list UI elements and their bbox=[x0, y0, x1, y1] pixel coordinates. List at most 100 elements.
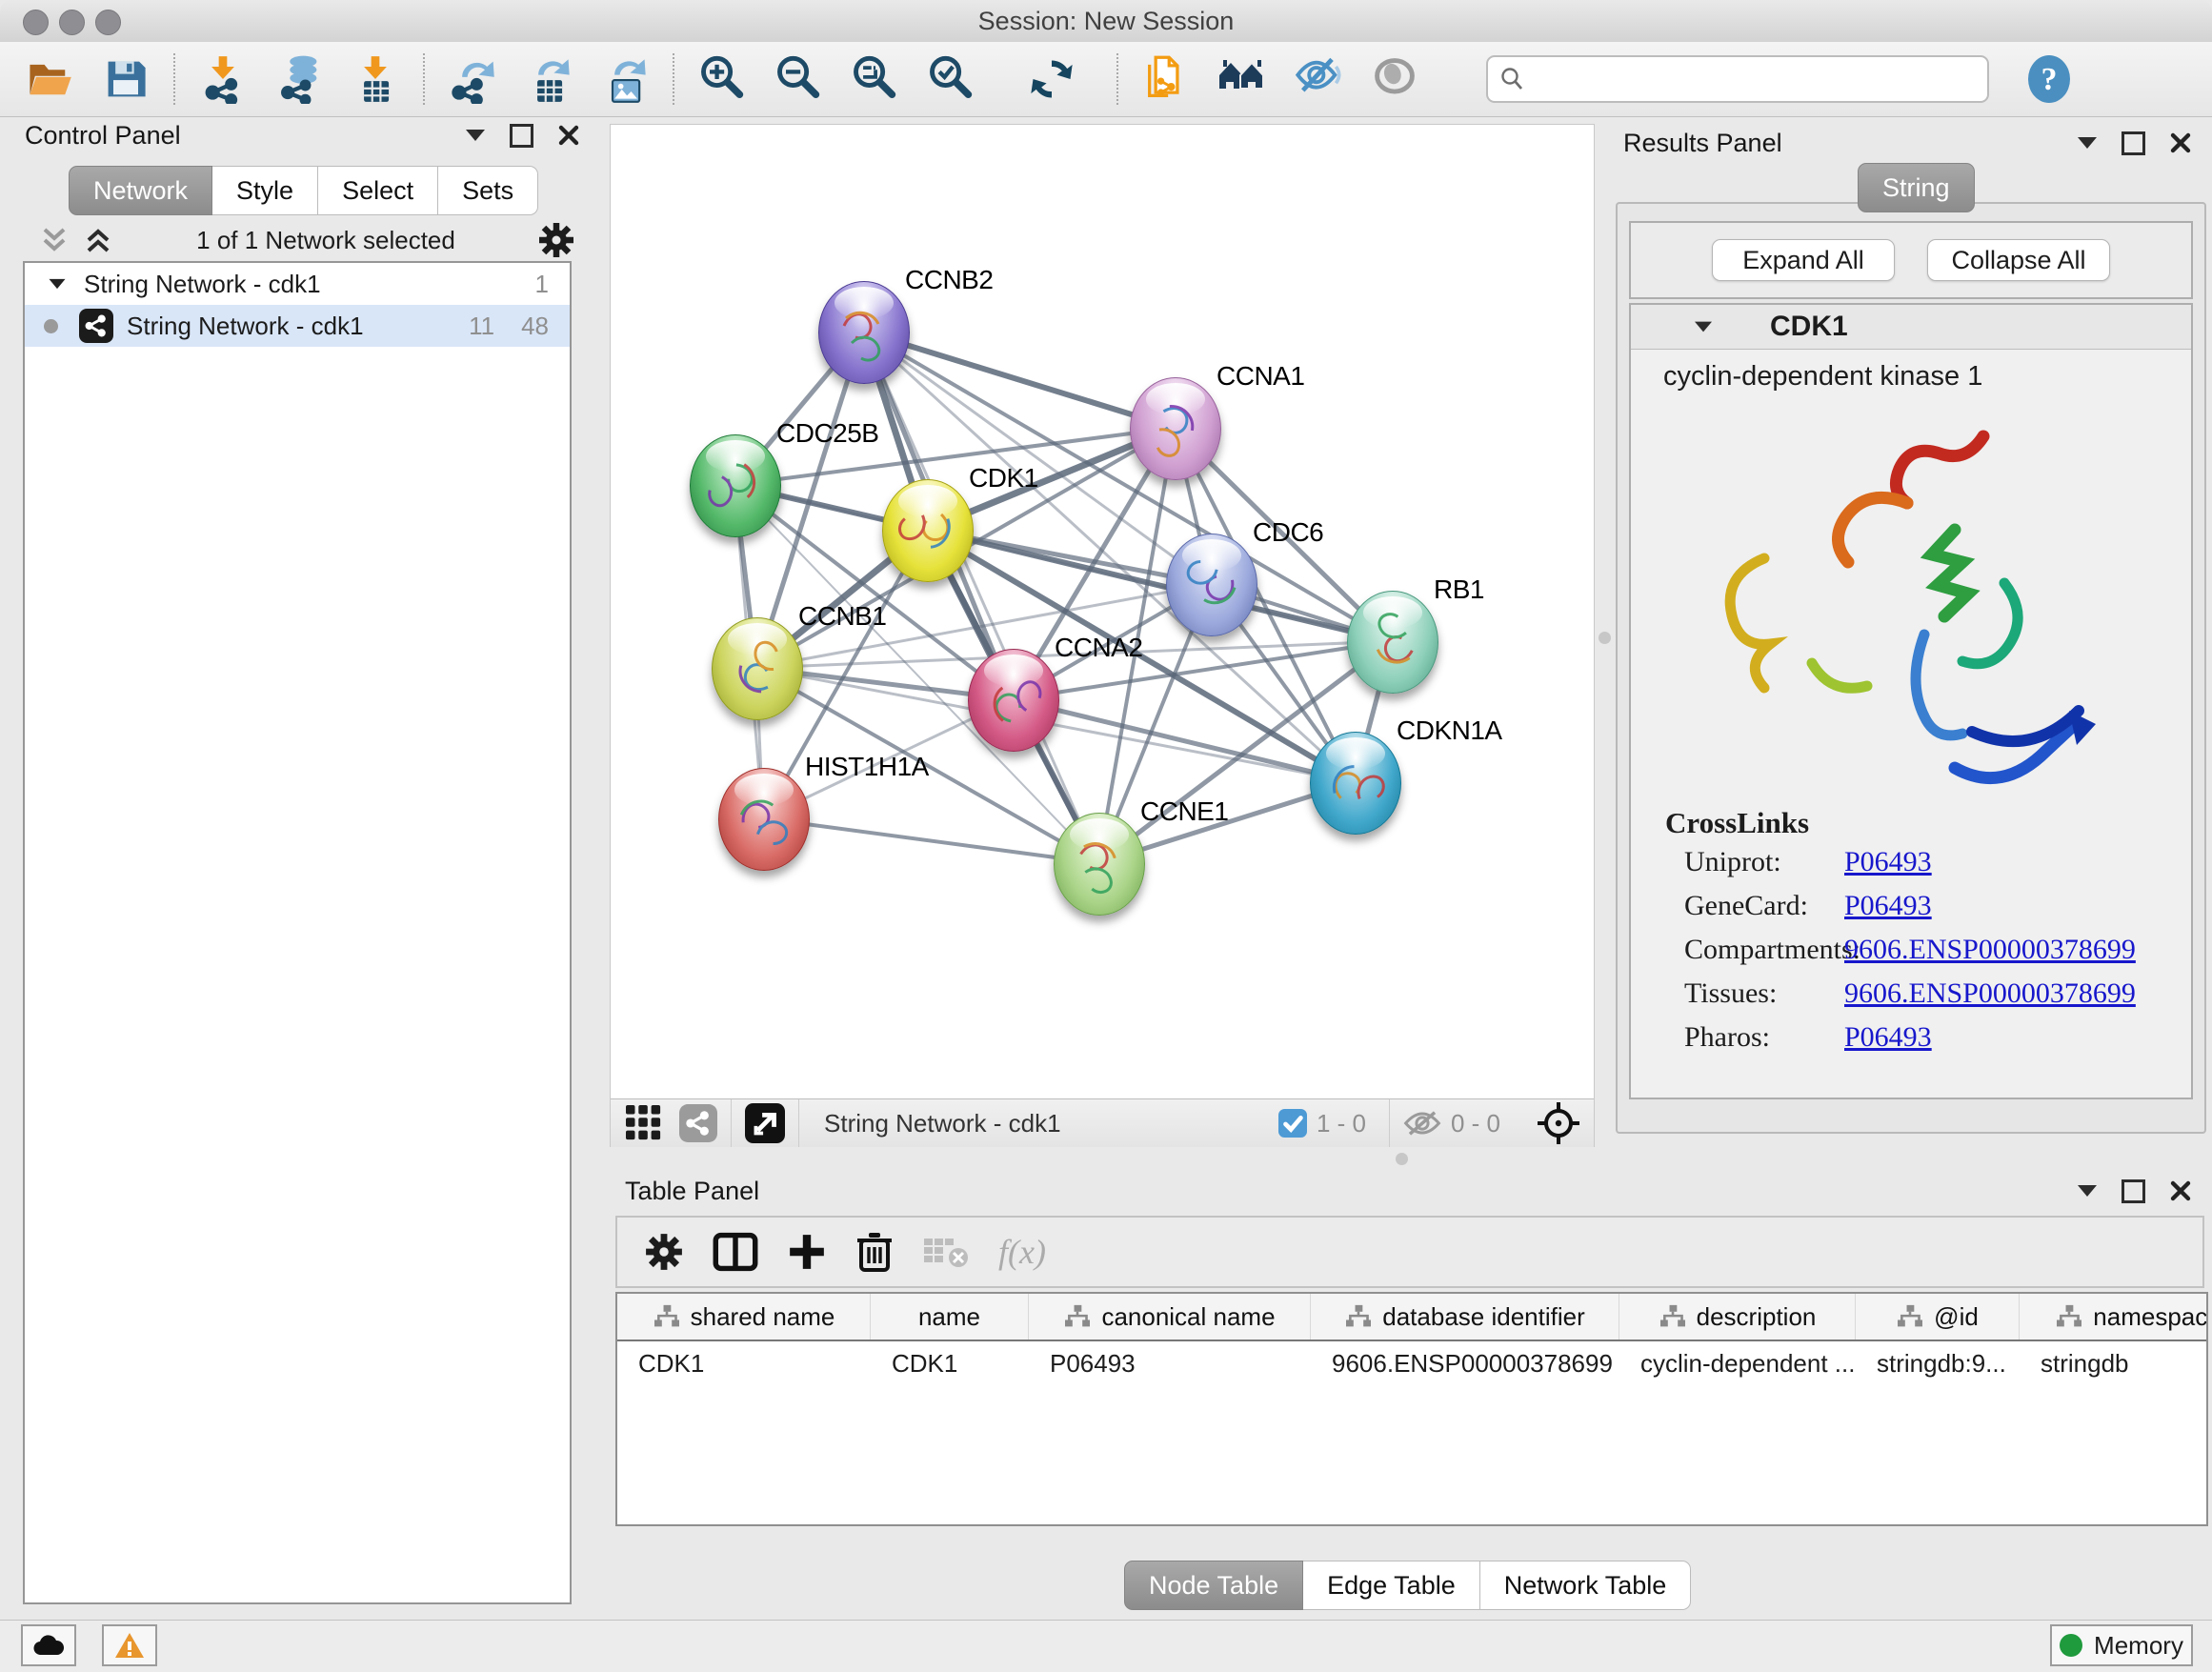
close-panel-icon[interactable] bbox=[2170, 132, 2191, 153]
node-CCNB1[interactable] bbox=[712, 617, 803, 720]
close-panel-icon[interactable] bbox=[558, 125, 579, 146]
birds-eye-crosshair-icon[interactable] bbox=[1537, 1101, 1580, 1145]
network-options-gear-icon[interactable] bbox=[537, 221, 575, 259]
grid-view-icon[interactable] bbox=[626, 1105, 662, 1141]
tab-sets[interactable]: Sets bbox=[438, 166, 538, 215]
search-input[interactable] bbox=[1524, 64, 1938, 95]
float-panel-icon[interactable] bbox=[2122, 131, 2145, 155]
expand-all-icon[interactable] bbox=[82, 226, 114, 254]
column-header-canonical-name[interactable]: canonical name bbox=[1029, 1294, 1311, 1340]
zoom-in-icon[interactable] bbox=[697, 54, 747, 104]
zoom-fit-icon[interactable] bbox=[850, 54, 899, 104]
node-CDK1[interactable] bbox=[882, 479, 974, 582]
network-row[interactable]: String Network - cdk1 11 48 bbox=[25, 305, 570, 347]
open-session-icon[interactable] bbox=[25, 54, 74, 104]
create-column-icon[interactable] bbox=[787, 1232, 827, 1272]
entry-header[interactable]: CDK1 bbox=[1631, 305, 2191, 350]
tab-style[interactable]: Style bbox=[212, 166, 318, 215]
export-table-icon[interactable] bbox=[524, 54, 573, 104]
home-icon[interactable] bbox=[1217, 54, 1267, 104]
help-icon[interactable]: ? bbox=[2027, 54, 2071, 104]
search-box[interactable] bbox=[1486, 55, 1989, 103]
expand-all-button[interactable]: Expand All bbox=[1712, 239, 1895, 281]
memory-button[interactable]: Memory bbox=[2050, 1624, 2193, 1666]
edge-CCNB2-CCNE1[interactable] bbox=[863, 332, 1098, 863]
detach-view-icon[interactable] bbox=[745, 1103, 785, 1143]
warnings-button[interactable] bbox=[102, 1624, 157, 1666]
table-cell[interactable]: cyclin-dependent ... bbox=[1619, 1341, 1856, 1385]
collapse-all-button[interactable]: Collapse All bbox=[1927, 239, 2110, 281]
node-CDC25B[interactable] bbox=[690, 434, 781, 537]
collapse-icon[interactable] bbox=[50, 279, 66, 289]
cloud-status-button[interactable] bbox=[21, 1624, 76, 1666]
float-panel-icon[interactable] bbox=[510, 124, 533, 148]
horizontal-splitter-handle[interactable] bbox=[1396, 1153, 1408, 1165]
window-zoom-button[interactable] bbox=[95, 10, 121, 35]
window-close-button[interactable] bbox=[23, 10, 49, 35]
table-cell[interactable]: P06493 bbox=[1029, 1341, 1311, 1385]
close-panel-icon[interactable] bbox=[2170, 1180, 2191, 1201]
selected-checkbox-icon[interactable] bbox=[1278, 1109, 1307, 1138]
table-options-gear-icon[interactable] bbox=[644, 1232, 684, 1272]
node-CCNA1[interactable] bbox=[1130, 377, 1221, 480]
column-header-shared-name[interactable]: shared name bbox=[617, 1294, 871, 1340]
crosslink-value-link[interactable]: P06493 bbox=[1844, 890, 1932, 922]
table-cell[interactable]: CDK1 bbox=[617, 1341, 871, 1385]
column-header-description[interactable]: description bbox=[1619, 1294, 1856, 1340]
tab-network[interactable]: Network bbox=[69, 166, 212, 215]
crosslink-value-link[interactable]: 9606.ENSP00000378699 bbox=[1844, 977, 2136, 1010]
column-header-namespace[interactable]: namespace bbox=[2020, 1294, 2208, 1340]
tab-network-table[interactable]: Network Table bbox=[1480, 1561, 1692, 1610]
node-label-RB1: RB1 bbox=[1434, 574, 1484, 605]
zoom-selected-icon[interactable] bbox=[926, 54, 975, 104]
table-cell[interactable]: 9606.ENSP00000378699 bbox=[1311, 1341, 1619, 1385]
delete-column-icon[interactable] bbox=[855, 1231, 894, 1273]
show-hide-graphics-icon[interactable] bbox=[1294, 54, 1343, 104]
table-cell[interactable]: CDK1 bbox=[871, 1341, 1029, 1385]
entry-collapse-icon[interactable] bbox=[1695, 322, 1712, 332]
refresh-network-icon[interactable] bbox=[1027, 54, 1076, 104]
crosslink-value-link[interactable]: P06493 bbox=[1844, 846, 1932, 878]
crosslink-value-link[interactable]: P06493 bbox=[1844, 1021, 1932, 1054]
panel-menu-icon[interactable] bbox=[2078, 1185, 2097, 1197]
network-canvas[interactable]: CCNB2CCNA1CDC25BCDK1CDC6RB1CCNB1CCNA2CDK… bbox=[611, 125, 1594, 1098]
node-CCNA2[interactable] bbox=[968, 649, 1059, 752]
network-collection-row[interactable]: String Network - cdk1 1 bbox=[25, 263, 570, 305]
import-table-icon[interactable] bbox=[351, 54, 400, 104]
tab-string[interactable]: String bbox=[1858, 163, 1975, 212]
window-minimize-button[interactable] bbox=[59, 10, 85, 35]
table-panel: Table Panel f(x) shared namenamecanonica… bbox=[610, 1172, 2212, 1620]
hidden-eye-icon[interactable] bbox=[1403, 1109, 1441, 1138]
string-import-icon[interactable] bbox=[1141, 54, 1191, 104]
tab-edge-table[interactable]: Edge Table bbox=[1303, 1561, 1480, 1610]
save-session-icon[interactable] bbox=[101, 54, 151, 104]
edge-CCNB2-CCNA1[interactable] bbox=[863, 332, 1175, 428]
node-CCNE1[interactable] bbox=[1054, 813, 1145, 916]
panel-menu-icon[interactable] bbox=[466, 130, 485, 141]
tab-select[interactable]: Select bbox=[318, 166, 438, 215]
node-RB1[interactable] bbox=[1347, 591, 1438, 694]
table-cell[interactable]: stringdb:9... bbox=[1856, 1341, 2020, 1385]
export-network-icon[interactable] bbox=[448, 54, 497, 104]
node-CCNB2[interactable] bbox=[818, 281, 910, 384]
collapse-all-icon[interactable] bbox=[38, 226, 70, 254]
float-panel-icon[interactable] bbox=[2122, 1179, 2145, 1203]
column-header--id[interactable]: @id bbox=[1856, 1294, 2020, 1340]
node-HIST1H1A[interactable] bbox=[718, 768, 810, 871]
show-columns-icon[interactable] bbox=[713, 1232, 758, 1272]
vertical-splitter-handle[interactable] bbox=[1599, 632, 1611, 644]
import-network-file-icon[interactable] bbox=[198, 54, 248, 104]
import-network-database-icon[interactable] bbox=[274, 54, 324, 104]
zoom-out-icon[interactable] bbox=[774, 54, 823, 104]
node-CDKN1A[interactable] bbox=[1310, 732, 1401, 835]
panel-menu-icon[interactable] bbox=[2078, 137, 2097, 149]
network-view-share-icon[interactable] bbox=[679, 1104, 717, 1142]
table-row[interactable]: CDK1CDK1P064939606.ENSP00000378699cyclin… bbox=[617, 1341, 2206, 1385]
column-header-database-identifier[interactable]: database identifier bbox=[1311, 1294, 1619, 1340]
table-cell[interactable]: stringdb bbox=[2020, 1341, 2208, 1385]
export-image-icon[interactable] bbox=[600, 54, 650, 104]
node-CDC6[interactable] bbox=[1166, 534, 1257, 636]
column-header-name[interactable]: name bbox=[871, 1294, 1029, 1340]
crosslink-value-link[interactable]: 9606.ENSP00000378699 bbox=[1844, 934, 2136, 966]
tab-node-table[interactable]: Node Table bbox=[1124, 1561, 1303, 1610]
